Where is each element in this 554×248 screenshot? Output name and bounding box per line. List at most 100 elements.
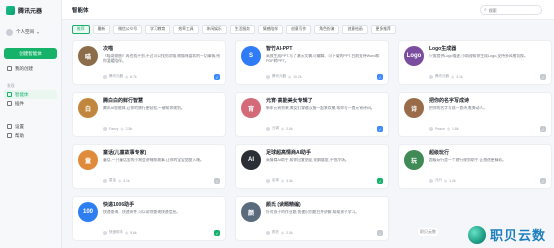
agent-usage-count: 8.7k: [130, 74, 137, 79]
agent-meta: 元行 ◎ 1.2k: [429, 178, 456, 183]
agent-meta: 快递助手 ◎ 5.6k: [103, 230, 137, 235]
like-icon[interactable]: ✓: [214, 178, 220, 184]
agent-description: 把你的名字写成一首诗,唯美动人。: [429, 106, 488, 110]
agent-description: 只需提供Logo描述,小助理帮你生成Logo,支持多风格切换。: [429, 54, 528, 58]
like-icon[interactable]: ✓: [377, 178, 383, 184]
agent-author: 腾讯元器: [435, 74, 449, 78]
agent-usage-count: 1.2k: [449, 178, 456, 183]
agent-name: 腾白白的鲜行智慧: [103, 98, 144, 104]
agent-card[interactable]: 100 快递1006助手 快递查询、快递寄件,可以帮你查询快递信息。 快递助手 …: [72, 196, 226, 241]
agent-meta: 童话 ◎ 4.1k: [103, 178, 130, 183]
user-icon: ◎: [281, 178, 285, 183]
agent-name: 足球超高情商AI助手: [266, 150, 312, 156]
author-avatar: [266, 178, 270, 183]
user-icon: ◎: [451, 74, 455, 79]
sidebar-item-agents[interactable]: 智能体: [4, 90, 57, 99]
agent-card[interactable]: 童 童话(儿童故事专家) 童话,一只童话里的小狗会讲睡前故事,让你的宝宝甜甜入睡…: [72, 144, 226, 189]
agent-avatar: S: [241, 46, 261, 66]
tab-productivity[interactable]: 效率工具: [173, 25, 199, 34]
like-icon[interactable]: ✓: [540, 126, 546, 132]
like-icon[interactable]: ✓: [377, 74, 383, 80]
like-icon[interactable]: ✓: [377, 126, 383, 132]
agent-card[interactable]: Logo Logo生成器 只需提供Logo描述,小助理帮你生成Logo,支持多风…: [398, 40, 552, 85]
tab-wechat[interactable]: 微信公众号: [113, 25, 143, 34]
globe-icon: [467, 225, 486, 244]
sidebar-item-my-creations[interactable]: 我的创建: [4, 64, 57, 73]
agent-author: 颜氏: [272, 230, 279, 234]
search-input[interactable]: [488, 7, 539, 13]
agent-card[interactable]: 诗 把你的名字写成诗 把你的名字写成一首诗,唯美动人。 Peace ◎ 1.8k…: [398, 92, 552, 137]
sidebar-item-settings[interactable]: 设置: [4, 122, 57, 131]
like-icon[interactable]: ✓: [540, 74, 546, 80]
tab-leisure[interactable]: 休闲娱乐: [201, 25, 227, 34]
agent-description: 腾讯AI智能体,让你的旅行更轻松,一键帮你规划。: [103, 106, 185, 110]
tab-latest[interactable]: 最新: [92, 25, 111, 34]
sidebar-item-label: 插件: [15, 100, 24, 106]
agent-author: 足球: [272, 178, 279, 182]
author-avatar: [266, 126, 270, 131]
agent-avatar: 100: [78, 202, 98, 222]
author-avatar: [429, 178, 433, 183]
sidebar-item-plugins[interactable]: 插件: [4, 99, 57, 108]
agent-avatar: Logo: [404, 46, 424, 66]
app-title: 腾讯元器: [18, 8, 43, 15]
agent-avatar: 宵: [241, 98, 261, 118]
agent-card[interactable]: S 智竹AI-PPT 高效生成PPT,写了演示文稿,可编辑、可下载的PPT,目前…: [235, 40, 389, 85]
search-box[interactable]: ⌕: [480, 5, 542, 15]
user-menu[interactable]: 个人空间 ▾: [4, 27, 57, 37]
user-icon: ◎: [288, 74, 292, 79]
agent-author: 元行: [435, 178, 442, 182]
author-avatar: [429, 74, 433, 79]
agent-card[interactable]: 白 腾白白的鲜行智慧 腾讯AI智能体,让你的旅行更轻松,一键帮你规划。 Fanc…: [72, 92, 226, 137]
agent-usage-count: 3.3k: [286, 178, 293, 183]
user-icon: ◎: [125, 74, 129, 79]
agent-author: 腾讯元器: [272, 74, 286, 78]
author-avatar: [266, 74, 270, 79]
sidebar-item-label: 设置: [15, 123, 24, 129]
tab-roleplay[interactable]: 角色扮演: [314, 25, 340, 34]
tab-emotion[interactable]: 情感陪伴: [257, 25, 284, 34]
agent-card[interactable]: AI 足球超高情商AI助手 高情商AI助手,帮你回复朋友,化解尴尬,不怕冷场。 …: [235, 144, 389, 189]
agent-author: Fancy: [109, 127, 119, 131]
tab-more[interactable]: 更多推荐: [370, 25, 396, 34]
agent-description: 超级玩行是一个旅行规划助手,让旅途更精彩。: [429, 158, 506, 162]
gear-icon: [7, 124, 12, 129]
agent-name: 元宵·高能美女专辑了: [266, 98, 313, 104]
user-icon: ◎: [281, 230, 285, 235]
tab-writing[interactable]: 创意写作: [286, 25, 312, 34]
tab-life[interactable]: 生活服务: [229, 25, 255, 34]
agent-meta: 足球 ◎ 3.3k: [266, 178, 293, 183]
app-logo[interactable]: 腾讯元器: [4, 4, 57, 16]
agent-name: 把你的名字写成诗: [429, 98, 470, 104]
agent-usage-count: 2.0k: [286, 230, 293, 235]
main-content: 智能体 ⌕ 推荐 最新 微信公众号 学习教育 效率工具 休闲娱乐 生活服务 情感…: [62, 0, 554, 248]
agent-usage-count: 3.1k: [456, 74, 463, 79]
like-icon[interactable]: ✓: [540, 178, 546, 184]
tab-drawing[interactable]: 创意绘画: [342, 25, 368, 34]
tab-education[interactable]: 学习教育: [145, 25, 171, 34]
agent-card[interactable]: 颜 颜氏 (读题精编) 针对孩子的作业题,快速识别题目并讲解,帮助孩子学习。 颜…: [235, 196, 389, 241]
agent-card[interactable]: 喵 次喵 《喵哥歌曲》再也找不到,不过可以找到次喵,做猫咪喜欢的一切事情,给你温…: [72, 40, 226, 85]
sidebar-item-help[interactable]: 帮助: [4, 131, 57, 140]
tab-recommended[interactable]: 推荐: [72, 25, 90, 34]
logo-icon: [6, 5, 15, 15]
agent-name: 颜氏 (读题精编): [266, 202, 301, 208]
agent-card[interactable]: 玩 超级玩行 超级玩行是一个旅行规划助手,让旅途更精彩。 元行 ◎ 1.2k ✓: [398, 144, 552, 189]
author-avatar: [103, 127, 107, 131]
create-agent-button[interactable]: 创建智能体: [4, 48, 57, 59]
like-icon[interactable]: ✓: [214, 74, 220, 80]
agent-meta: 腾讯元器 ◎ 10.2k: [266, 74, 302, 79]
agent-author: 快递助手: [109, 230, 123, 234]
user-icon: ◎: [444, 178, 448, 183]
chevron-down-icon: ▾: [37, 29, 40, 35]
agent-card[interactable]: 宵 元宵·高能美女专辑了 新年元宵到来,美女们穿越汉服一起来欢聚,帮你写一首元宵…: [235, 92, 389, 137]
agent-description: 《喵哥歌曲》再也找不到,不过可以找到次喵,做猫咪喜欢的一切事情,给你温暖陪伴。: [103, 54, 221, 64]
agent-avatar: 喵: [78, 46, 98, 66]
sidebar: 腾讯元器 个人空间 ▾ 创建智能体 我的创建 发现 智能体 插件 设置 帮助: [0, 0, 62, 248]
user-icon: ◎: [125, 230, 129, 235]
agent-avatar: 诗: [404, 98, 424, 118]
like-icon[interactable]: ✓: [377, 230, 383, 236]
author-avatar: [429, 127, 433, 131]
like-icon[interactable]: ✓: [214, 230, 220, 236]
agent-name: 次喵: [103, 46, 114, 52]
